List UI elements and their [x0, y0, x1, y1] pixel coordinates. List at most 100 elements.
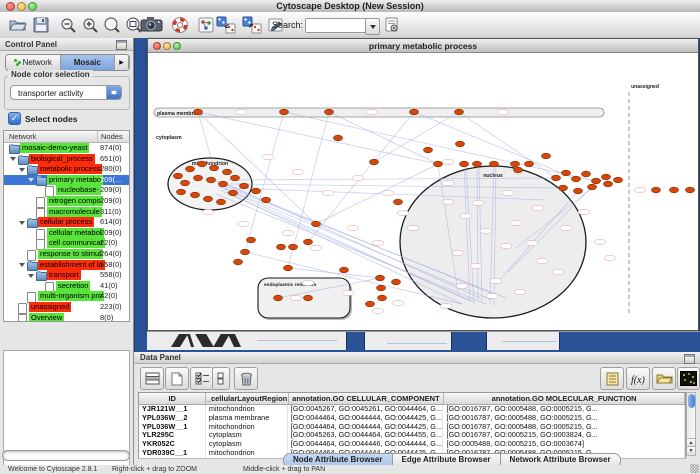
network-node[interactable] [194, 109, 203, 115]
network-node[interactable] [511, 161, 520, 167]
tree-row-biological-process[interactable]: biological_process651(0) [4, 154, 129, 165]
network-node[interactable] [219, 181, 228, 187]
network-window-titlebar[interactable]: primary metabolic process [148, 39, 698, 53]
network-node[interactable] [490, 161, 499, 167]
disclosure-triangle-icon[interactable] [28, 274, 34, 281]
network-node[interactable] [392, 279, 401, 285]
network-node[interactable] [210, 165, 219, 171]
tree-row-macromolecule[interactable]: macromolecule311(0) [4, 207, 129, 218]
scrollbar-thumb[interactable] [688, 394, 695, 408]
network-node[interactable] [652, 187, 661, 193]
import-attributes-icon[interactable] [652, 367, 676, 390]
network-node[interactable] [670, 187, 679, 193]
network-node[interactable] [542, 153, 551, 159]
network-node[interactable] [194, 175, 203, 181]
network-node[interactable] [223, 169, 232, 175]
network-canvas[interactable]: plasma membranecytoplasmmitochondrionnuc… [148, 52, 698, 330]
zoom-in-icon[interactable] [80, 15, 100, 35]
network-node[interactable] [325, 109, 334, 115]
search-dropdown-icon[interactable] [365, 18, 380, 35]
import-network-icon[interactable] [214, 15, 238, 35]
network-node[interactable] [304, 295, 313, 301]
network-node[interactable] [204, 196, 213, 202]
network-node[interactable] [424, 147, 433, 153]
select-nodes-checkbox[interactable]: ✓ [8, 112, 21, 125]
network-node[interactable] [241, 249, 250, 255]
tree-row-unassigned[interactable]: unassigned223(0) [4, 302, 129, 313]
network-node[interactable] [370, 159, 379, 165]
network-node[interactable] [312, 221, 321, 227]
network-node[interactable] [366, 301, 375, 307]
network-edge[interactable] [374, 112, 459, 162]
save-icon[interactable] [31, 15, 51, 35]
disclosure-triangle-icon[interactable] [19, 221, 25, 228]
network-node[interactable] [240, 183, 249, 189]
network-node[interactable] [394, 199, 403, 205]
attribute-list-icon[interactable] [600, 367, 624, 390]
network-node[interactable] [604, 181, 613, 187]
network-node[interactable] [377, 285, 386, 291]
network-node[interactable] [614, 177, 623, 183]
network-node[interactable] [602, 174, 611, 180]
network-node[interactable] [572, 176, 581, 182]
table-row[interactable]: YKR052Ccytoplasm[GO:0044464, GO:0044446,… [139, 440, 685, 449]
column-header-1[interactable]: _cellularLayoutRegion [206, 393, 288, 404]
network-node[interactable] [559, 185, 568, 191]
network-node[interactable] [376, 275, 385, 281]
network-node[interactable] [574, 188, 583, 194]
network-node[interactable] [262, 197, 271, 203]
network-node[interactable] [207, 177, 216, 183]
float-panel-icon[interactable] [116, 40, 127, 50]
tree-row-nucleobase-[interactable]: nucleobase-209(0) [4, 185, 129, 196]
network-node[interactable] [562, 170, 571, 176]
zoom-out-icon[interactable] [58, 15, 78, 35]
tree-row-transport[interactable]: transport558(0) [4, 270, 129, 281]
network-node[interactable] [456, 141, 465, 147]
tab-mosaic[interactable]: Mosaic [61, 55, 116, 70]
network-node[interactable] [186, 166, 195, 172]
select-attributes-icon[interactable] [190, 367, 214, 390]
delete-attribute-icon[interactable] [234, 367, 258, 390]
network-node[interactable] [525, 161, 534, 167]
table-row[interactable]: YPL036W__1mitochondrion[GO:0044464, GO:0… [139, 423, 685, 432]
tree-row-nitrogen-compo[interactable]: nitrogen compo209(0) [4, 196, 129, 207]
help-icon[interactable] [170, 15, 190, 35]
network-node[interactable] [252, 188, 261, 194]
network-node[interactable] [686, 187, 695, 193]
network-node[interactable] [274, 295, 283, 301]
column-header-3[interactable]: annotation.GO MOLECULAR_FUNCTION [444, 393, 685, 404]
formula-builder-icon[interactable]: f(x) [626, 367, 650, 390]
attribute-matrix-icon[interactable] [677, 367, 700, 390]
column-header-2[interactable]: annotation.GO CELLULAR_COMPONENT [289, 393, 445, 404]
network-node[interactable] [174, 173, 183, 179]
network-node[interactable] [514, 167, 523, 173]
unselect-attributes-icon[interactable] [212, 367, 230, 390]
open-icon[interactable] [8, 15, 28, 35]
network-node[interactable] [304, 239, 313, 245]
network-node[interactable] [234, 259, 243, 265]
network-node[interactable] [592, 178, 601, 184]
zoom-actual-icon[interactable] [102, 15, 122, 35]
scroll-down-icon[interactable]: ▼ [687, 446, 695, 455]
network-node[interactable] [198, 161, 207, 167]
export-network-icon[interactable] [240, 15, 264, 35]
disclosure-triangle-icon[interactable] [19, 168, 25, 175]
network-node[interactable] [284, 265, 293, 271]
tab-network[interactable]: Network [6, 55, 61, 70]
network-node[interactable] [217, 199, 226, 205]
network-node[interactable] [247, 237, 256, 243]
network-node[interactable] [340, 267, 349, 273]
select-all-columns-icon[interactable] [140, 367, 164, 390]
network-node[interactable] [181, 180, 190, 186]
network-edge[interactable] [284, 112, 596, 181]
table-row[interactable]: YLR295Ccytoplasm[GO:0045263, GO:0044464,… [139, 431, 685, 440]
tree-row-secretion[interactable]: secretion41(0) [4, 281, 129, 292]
tree-row-establishment-of-lo[interactable]: establishment of lo558(0) [4, 260, 129, 271]
network-edge[interactable] [288, 268, 380, 278]
search-advanced-icon[interactable] [382, 15, 402, 35]
network-node[interactable] [231, 175, 240, 181]
tree-row-overview[interactable]: Overview8(0) [4, 313, 129, 323]
tree-row-mosaic-demo-yeast[interactable]: mosaic-demo-yeast874(0) [4, 143, 129, 154]
tree-row-cellular-metabol[interactable]: cellular metabol209(0) [4, 228, 129, 239]
network-node[interactable] [473, 161, 482, 167]
